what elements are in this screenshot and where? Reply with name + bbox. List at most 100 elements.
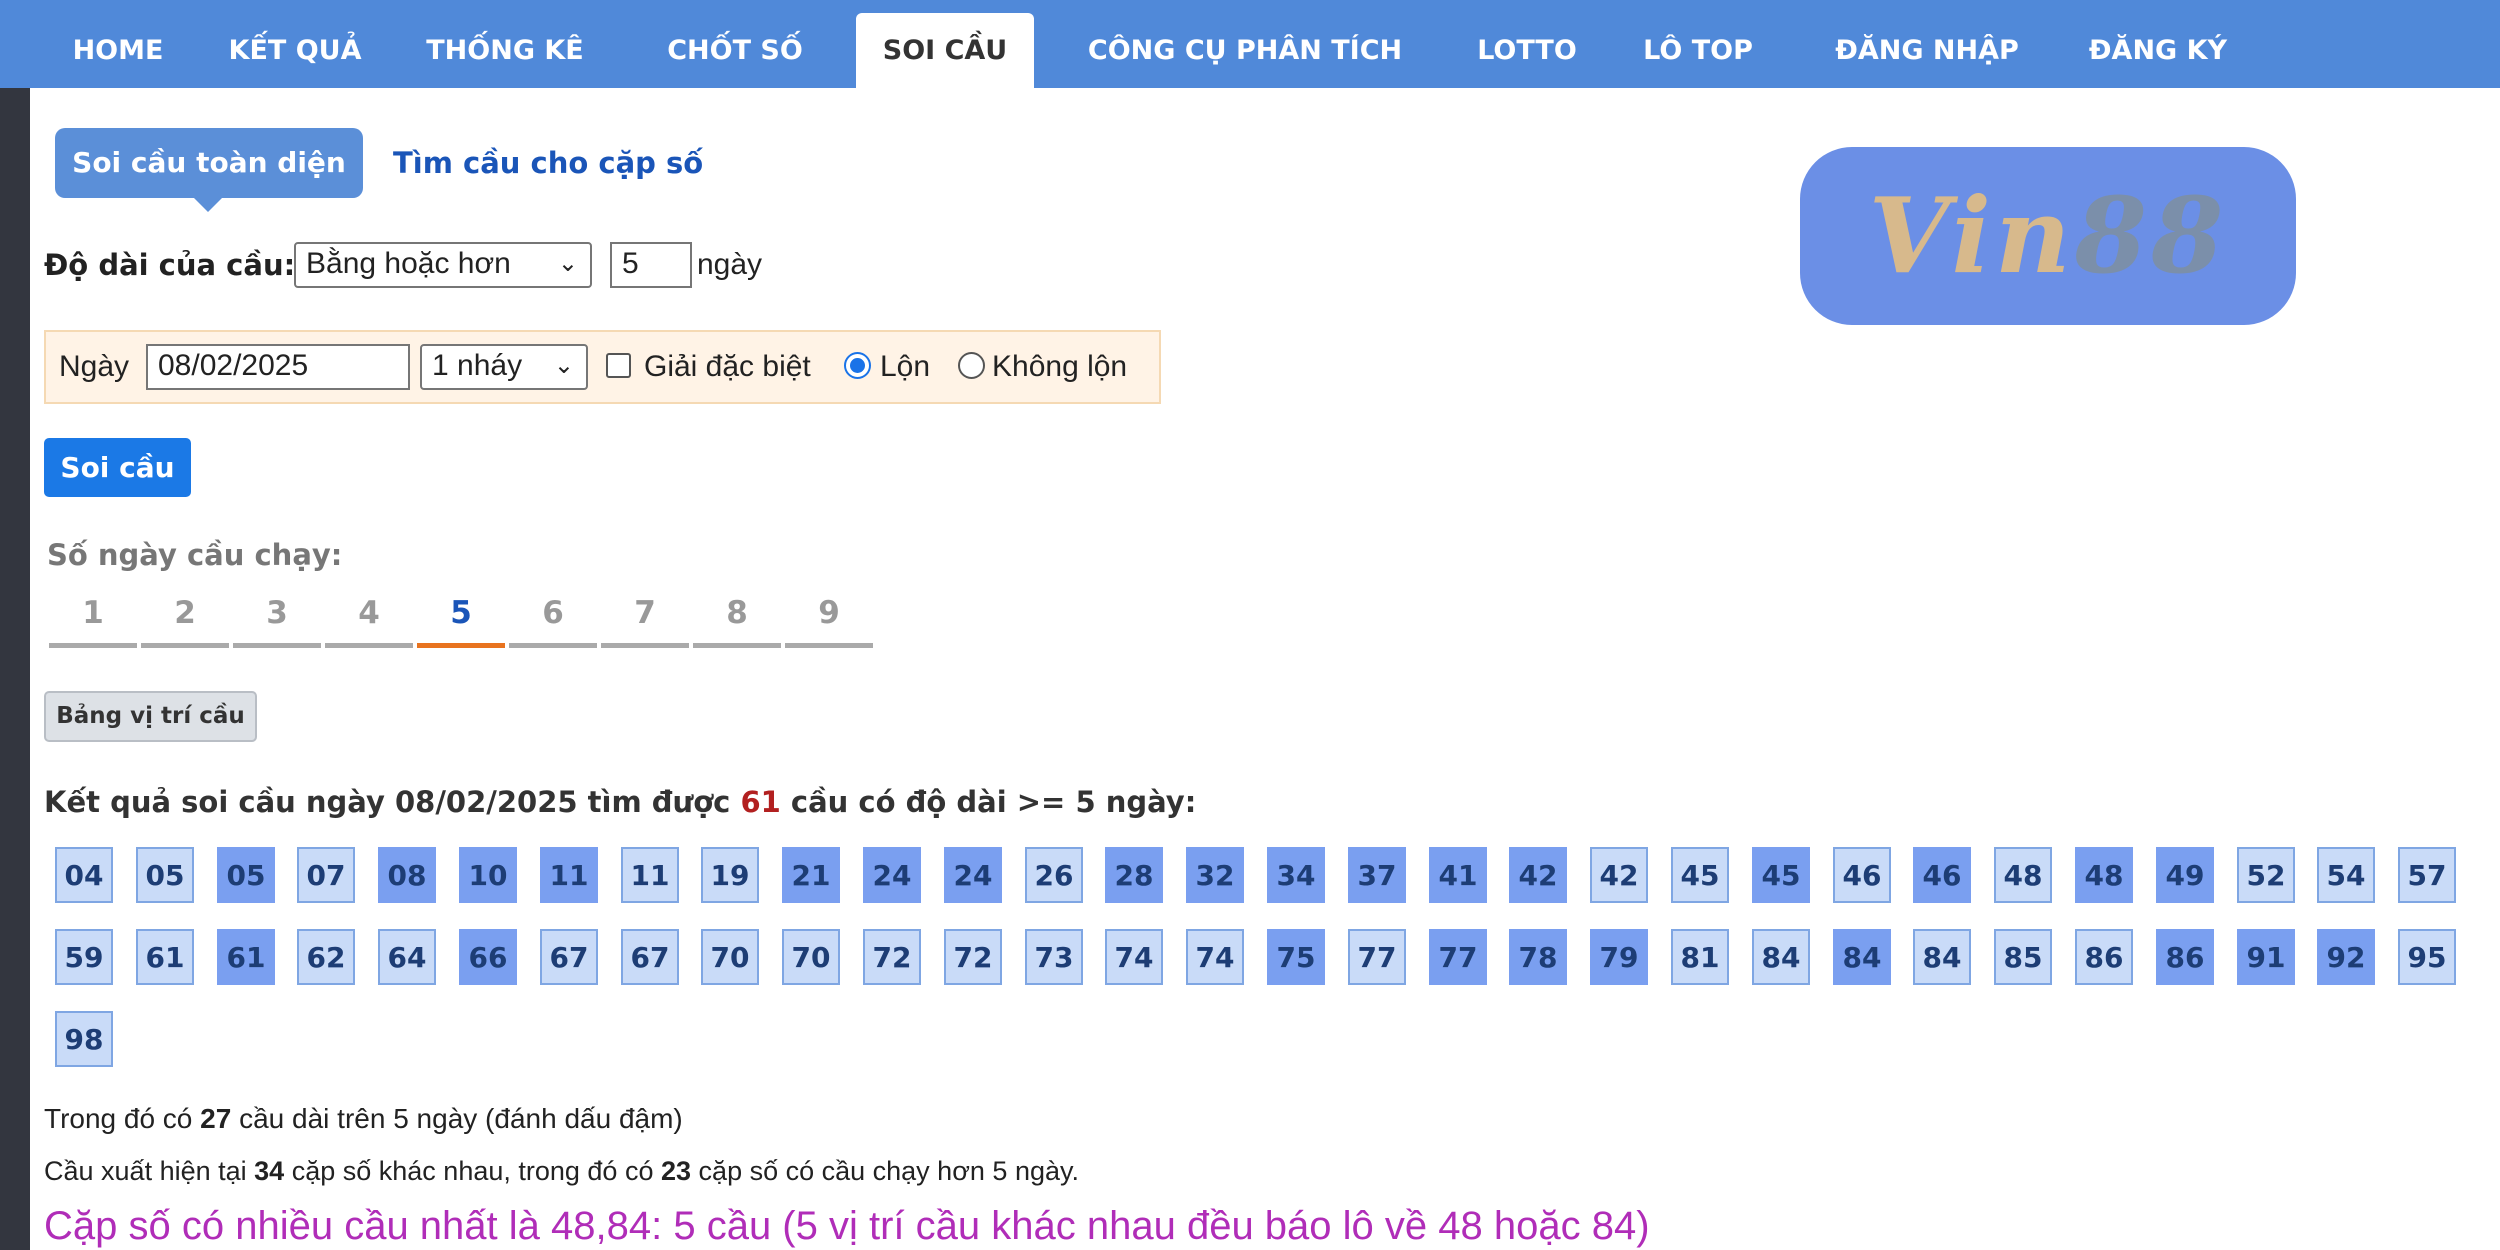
- tab-pointer: [192, 196, 224, 212]
- filter-panel: Ngày 08/02/2025 1 nháy ⌄ Giải đặc biệt L…: [44, 330, 1161, 404]
- nav-item-chot-so[interactable]: CHỐT SỐ: [640, 13, 830, 88]
- number-cell[interactable]: 67: [540, 929, 598, 985]
- number-cell[interactable]: 86: [2156, 929, 2214, 985]
- number-cell[interactable]: 61: [217, 929, 275, 985]
- number-cell[interactable]: 91: [2237, 929, 2295, 985]
- number-cell[interactable]: 75: [1267, 929, 1325, 985]
- nav-item-home[interactable]: HOME: [48, 13, 188, 88]
- number-cell[interactable]: 05: [136, 847, 194, 903]
- nav-item-soi-cau[interactable]: SOI CẦU: [856, 13, 1034, 88]
- number-cell[interactable]: 85: [1994, 929, 2052, 985]
- number-cell[interactable]: 95: [2398, 929, 2456, 985]
- khong-lon-radio[interactable]: [958, 352, 985, 379]
- number-cell[interactable]: 28: [1105, 847, 1163, 903]
- number-cell[interactable]: 54: [2317, 847, 2375, 903]
- number-cell[interactable]: 11: [540, 847, 598, 903]
- number-cell[interactable]: 57: [2398, 847, 2456, 903]
- special-prize-label: Giải đặc biệt: [644, 350, 811, 383]
- number-cell[interactable]: 11: [621, 847, 679, 903]
- number-cell[interactable]: 59: [55, 929, 113, 985]
- day-tab-9[interactable]: 9: [785, 590, 873, 648]
- day-tab-4[interactable]: 4: [325, 590, 413, 648]
- day-tab-7[interactable]: 7: [601, 590, 689, 648]
- number-cell[interactable]: 64: [378, 929, 436, 985]
- number-cell[interactable]: 49: [2156, 847, 2214, 903]
- nav-item-thong-ke[interactable]: THỐNG KÊ: [390, 13, 620, 88]
- number-cell[interactable]: 74: [1105, 929, 1163, 985]
- number-cell[interactable]: 46: [1913, 847, 1971, 903]
- top-nav: HOME KẾT QUẢ THỐNG KÊ CHỐT SỐ SOI CẦU CÔ…: [0, 0, 2500, 88]
- number-cell[interactable]: 62: [297, 929, 355, 985]
- number-cell[interactable]: 86: [2075, 929, 2133, 985]
- number-cell[interactable]: 10: [459, 847, 517, 903]
- day-tab-8[interactable]: 8: [693, 590, 781, 648]
- number-cell[interactable]: 92: [2317, 929, 2375, 985]
- result-prefix: Kết quả soi cầu ngày 08/02/2025 tìm được: [44, 785, 731, 819]
- nav-item-ket-qua[interactable]: KẾT QUẢ: [210, 13, 380, 88]
- tab-tim-cau-cap-so[interactable]: Tìm cầu cho cặp số: [393, 128, 703, 198]
- day-tab-5[interactable]: 5: [417, 590, 505, 648]
- day-tab-3[interactable]: 3: [233, 590, 321, 648]
- soi-cau-button[interactable]: Soi cầu: [44, 438, 191, 497]
- number-cell[interactable]: 72: [944, 929, 1002, 985]
- number-cell[interactable]: 70: [782, 929, 840, 985]
- number-cell[interactable]: 32: [1186, 847, 1244, 903]
- special-prize-checkbox[interactable]: [606, 353, 631, 378]
- number-cell[interactable]: 73: [1025, 929, 1083, 985]
- tab-soi-cau-toan-dien[interactable]: Soi cầu toàn diện: [55, 128, 363, 198]
- number-cell[interactable]: 81: [1671, 929, 1729, 985]
- number-cell[interactable]: 26: [1025, 847, 1083, 903]
- number-cell[interactable]: 79: [1590, 929, 1648, 985]
- number-cell[interactable]: 72: [863, 929, 921, 985]
- number-cell[interactable]: 34: [1267, 847, 1325, 903]
- number-cell[interactable]: 84: [1833, 929, 1891, 985]
- number-cell[interactable]: 45: [1752, 847, 1810, 903]
- number-cell[interactable]: 77: [1348, 929, 1406, 985]
- number-cell[interactable]: 21: [782, 847, 840, 903]
- length-mode-select[interactable]: Bằng hoặc hơn ⌄: [294, 242, 592, 288]
- number-cell[interactable]: 48: [1994, 847, 2052, 903]
- bang-vi-tri-cau-button[interactable]: Bảng vị trí cầu: [44, 691, 257, 742]
- vin88-logo[interactable]: Vin88: [1800, 147, 2296, 325]
- number-cell[interactable]: 77: [1429, 929, 1487, 985]
- number-cell[interactable]: 41: [1429, 847, 1487, 903]
- number-cell[interactable]: 48: [2075, 847, 2133, 903]
- number-cell[interactable]: 98: [55, 1011, 113, 1067]
- number-cell[interactable]: 61: [136, 929, 194, 985]
- number-cell[interactable]: 19: [701, 847, 759, 903]
- number-cell[interactable]: 52: [2237, 847, 2295, 903]
- top-pair-highlight: Cặp số có nhiều cầu nhất là 48,84: 5 cầu…: [44, 1204, 1650, 1248]
- nav-item-dang-nhap[interactable]: ĐĂNG NHẬP: [1822, 13, 2032, 88]
- number-cell[interactable]: 42: [1590, 847, 1648, 903]
- logo-text: Vin88: [1868, 174, 2228, 297]
- number-cell[interactable]: 08: [378, 847, 436, 903]
- nhay-select[interactable]: 1 nháy ⌄: [420, 344, 588, 390]
- number-cell[interactable]: 84: [1752, 929, 1810, 985]
- number-cell[interactable]: 24: [944, 847, 1002, 903]
- nav-item-cong-cu-phan-tich[interactable]: CÔNG CỤ PHÂN TÍCH: [1070, 13, 1420, 88]
- date-input[interactable]: 08/02/2025: [146, 344, 410, 390]
- number-cell[interactable]: 67: [621, 929, 679, 985]
- number-cell[interactable]: 45: [1671, 847, 1729, 903]
- left-sidebar-strip: [0, 88, 30, 1250]
- day-tab-6[interactable]: 6: [509, 590, 597, 648]
- length-days-input[interactable]: 5: [610, 242, 692, 288]
- number-cell[interactable]: 74: [1186, 929, 1244, 985]
- number-cell[interactable]: 84: [1913, 929, 1971, 985]
- number-cell[interactable]: 05: [217, 847, 275, 903]
- number-cell[interactable]: 78: [1509, 929, 1567, 985]
- number-cell[interactable]: 04: [55, 847, 113, 903]
- day-tab-1[interactable]: 1: [49, 590, 137, 648]
- nav-item-lotto[interactable]: LOTTO: [1462, 13, 1592, 88]
- number-cell[interactable]: 66: [459, 929, 517, 985]
- number-cell[interactable]: 70: [701, 929, 759, 985]
- number-cell[interactable]: 42: [1509, 847, 1567, 903]
- day-tab-2[interactable]: 2: [141, 590, 229, 648]
- lon-radio[interactable]: [844, 352, 871, 379]
- number-cell[interactable]: 37: [1348, 847, 1406, 903]
- number-cell[interactable]: 24: [863, 847, 921, 903]
- number-cell[interactable]: 07: [297, 847, 355, 903]
- number-cell[interactable]: 46: [1833, 847, 1891, 903]
- nav-item-dang-ky[interactable]: ĐĂNG KÝ: [2078, 13, 2238, 88]
- nav-item-lo-top[interactable]: LÔ TOP: [1628, 13, 1768, 88]
